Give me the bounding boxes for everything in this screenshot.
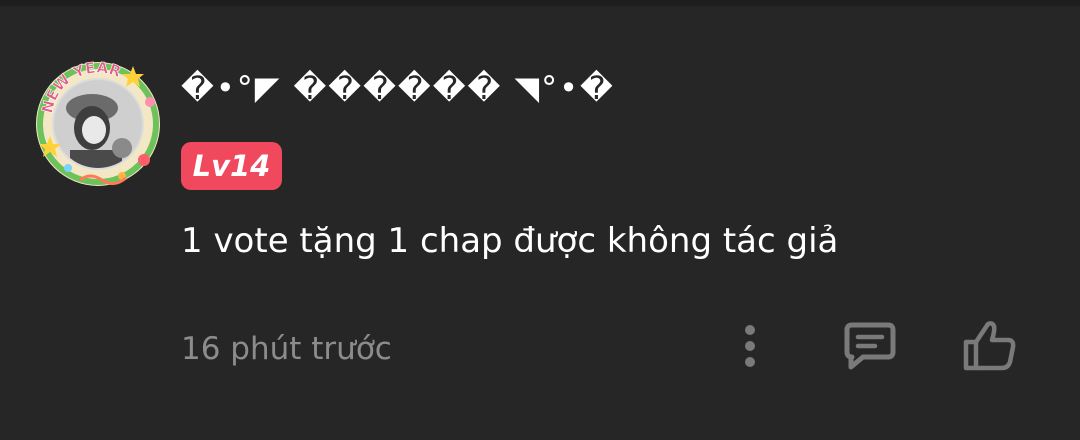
avatar-image: NEW YEAR bbox=[36, 58, 160, 186]
comment-icon bbox=[844, 322, 896, 370]
more-options-button[interactable] bbox=[726, 316, 774, 376]
timestamp: 16 phút trước bbox=[181, 331, 392, 367]
comment-text: 1 vote tặng 1 chap được không tác giả bbox=[181, 221, 839, 261]
thumbs-up-icon bbox=[963, 321, 1016, 371]
like-button[interactable] bbox=[952, 316, 1028, 376]
avatar[interactable]: NEW YEAR bbox=[30, 56, 166, 192]
reply-button[interactable] bbox=[836, 316, 904, 376]
level-badge: Lv14 bbox=[181, 142, 282, 190]
username[interactable]: �•°◤ ������ ◥°•� bbox=[181, 68, 615, 108]
comment-item: NEW YEAR �•°◤ ������ ◥°•� Lv14 1 vote tặ… bbox=[0, 0, 1080, 440]
more-vertical-icon bbox=[745, 325, 755, 367]
